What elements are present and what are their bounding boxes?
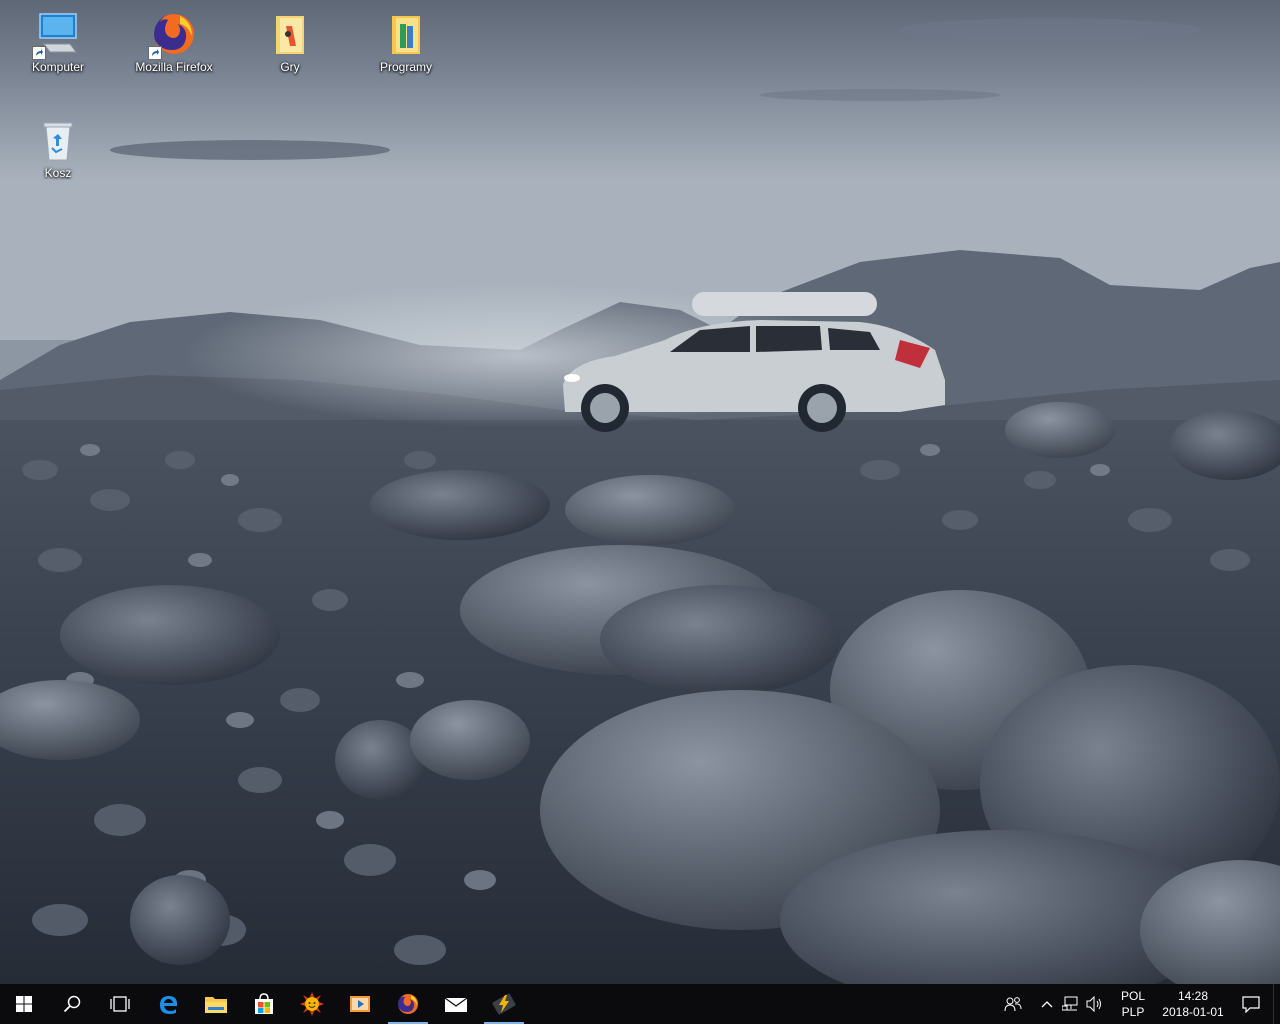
firefox-icon — [148, 10, 198, 60]
clock-date: 2018-01-01 — [1162, 1005, 1224, 1019]
show-hidden-icons-button[interactable] — [1035, 984, 1059, 1024]
taskbar-mail[interactable] — [432, 984, 480, 1024]
desktop-icon-kosz[interactable]: Kosz — [15, 108, 101, 188]
sun-face-icon — [300, 992, 324, 1016]
volume-button[interactable] — [1083, 984, 1107, 1024]
action-center-button[interactable] — [1229, 984, 1273, 1024]
computer-icon — [32, 10, 82, 60]
shortcut-arrow-icon — [32, 46, 46, 60]
chevron-up-icon — [1041, 1001, 1053, 1008]
desktop-icon-programy[interactable]: Programy — [363, 2, 449, 82]
system-tray: POL PLP 14:28 2018-01-01 — [997, 984, 1280, 1024]
firefox-icon — [398, 993, 419, 1014]
network-button[interactable] — [1059, 984, 1083, 1024]
desktop-icon-komputer[interactable]: Komputer — [15, 2, 101, 82]
desktop-icon-label: Mozilla Firefox — [135, 60, 213, 74]
taskbar-weather-app[interactable] — [288, 984, 336, 1024]
keyboard-layout-code: PLP — [1121, 1005, 1145, 1019]
media-player-icon — [350, 996, 370, 1012]
taskbar: POL PLP 14:28 2018-01-01 — [0, 984, 1280, 1024]
search-button[interactable] — [48, 984, 96, 1024]
folder-icon — [266, 10, 314, 58]
desktop-icon-firefox[interactable]: Mozilla Firefox — [131, 2, 217, 82]
taskbar-file-explorer[interactable] — [192, 984, 240, 1024]
clock[interactable]: 14:28 2018-01-01 — [1157, 988, 1229, 1020]
shortcut-arrow-icon — [148, 46, 162, 60]
people-button[interactable] — [997, 984, 1029, 1024]
folder-icon — [382, 10, 430, 58]
show-desktop-button[interactable] — [1273, 984, 1280, 1024]
mail-icon — [444, 997, 468, 1012]
taskbar-app-launcher[interactable] — [480, 984, 528, 1024]
file-explorer-icon — [205, 997, 227, 1013]
edge-icon — [160, 996, 177, 1014]
notification-icon — [1242, 996, 1260, 1013]
store-icon — [255, 993, 273, 1014]
desktop-icon-label: Gry — [280, 60, 300, 74]
clock-time: 14:28 — [1177, 989, 1209, 1003]
taskbar-store[interactable] — [240, 984, 288, 1024]
taskbar-edge[interactable] — [144, 984, 192, 1024]
recycle-bin-icon — [34, 116, 82, 164]
network-icon — [1062, 996, 1078, 1011]
desktop-icon-label: Programy — [379, 60, 432, 74]
desktop: Komputer Mozilla Firefox Gry Programy Ko… — [0, 0, 1280, 984]
lightning-app-icon — [492, 993, 516, 1015]
people-icon — [1004, 997, 1022, 1012]
language-code: POL — [1120, 989, 1145, 1003]
wallpaper-image — [0, 0, 1280, 984]
speaker-icon — [1086, 996, 1101, 1012]
input-language-indicator[interactable]: POL PLP — [1113, 988, 1153, 1020]
windows-start-icon — [16, 996, 32, 1012]
desktop-icon-label: Komputer — [31, 60, 85, 74]
search-icon — [63, 995, 81, 1013]
task-view-icon — [110, 996, 130, 1012]
desktop-icon-label: Kosz — [44, 166, 72, 180]
taskbar-firefox[interactable] — [384, 984, 432, 1024]
desktop-icon-gry[interactable]: Gry — [247, 2, 333, 82]
taskbar-media-player[interactable] — [336, 984, 384, 1024]
start-button[interactable] — [0, 984, 48, 1024]
task-view-button[interactable] — [96, 984, 144, 1024]
